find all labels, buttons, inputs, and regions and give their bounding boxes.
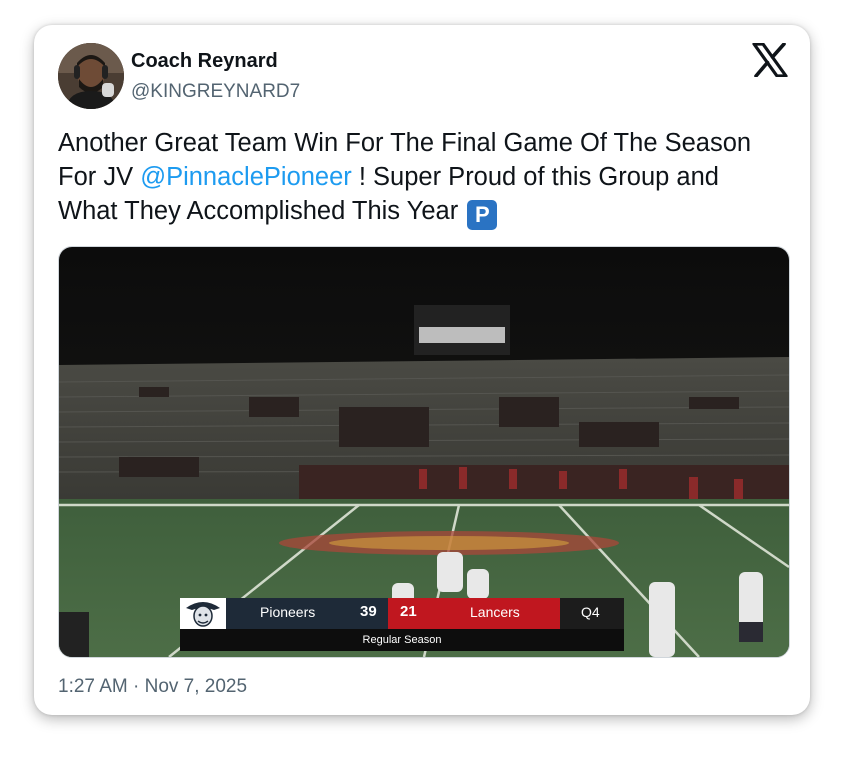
- away-team-name: Lancers: [470, 604, 520, 620]
- pioneer-logo-icon: [180, 598, 226, 629]
- video-thumbnail[interactable]: [58, 246, 790, 658]
- mention-link[interactable]: @PinnaclePioneer: [140, 163, 352, 191]
- away-team-score: 21: [400, 603, 417, 620]
- period-label: Q4: [581, 604, 600, 620]
- period-box: Q4: [560, 598, 624, 629]
- p-button-emoji: P: [467, 200, 498, 230]
- home-team-score: 39: [360, 603, 377, 620]
- timestamp[interactable]: 1:27 AM · Nov 7, 2025: [58, 676, 247, 698]
- author-name[interactable]: Coach Reynard: [131, 50, 278, 73]
- scoreboard-overlay: Pioneers 39 21 Lancers Q4 Regular Season: [180, 598, 624, 651]
- x-logo-icon[interactable]: [752, 42, 788, 78]
- author-handle[interactable]: @KINGREYNARD7: [131, 81, 300, 103]
- home-team-bar: Pioneers 39: [226, 598, 388, 629]
- scoreboard-subtitle: Regular Season: [362, 634, 442, 646]
- home-team-name: Pioneers: [260, 604, 316, 620]
- tweet-text: Another Great Team Win For The Final Gam…: [58, 126, 778, 230]
- scoreboard-subtitle-bar: Regular Season: [180, 629, 624, 651]
- away-team-bar: 21 Lancers: [388, 598, 560, 629]
- tweet-card: Coach Reynard @KINGREYNARD7 Another Grea…: [34, 25, 810, 715]
- avatar[interactable]: [58, 43, 124, 109]
